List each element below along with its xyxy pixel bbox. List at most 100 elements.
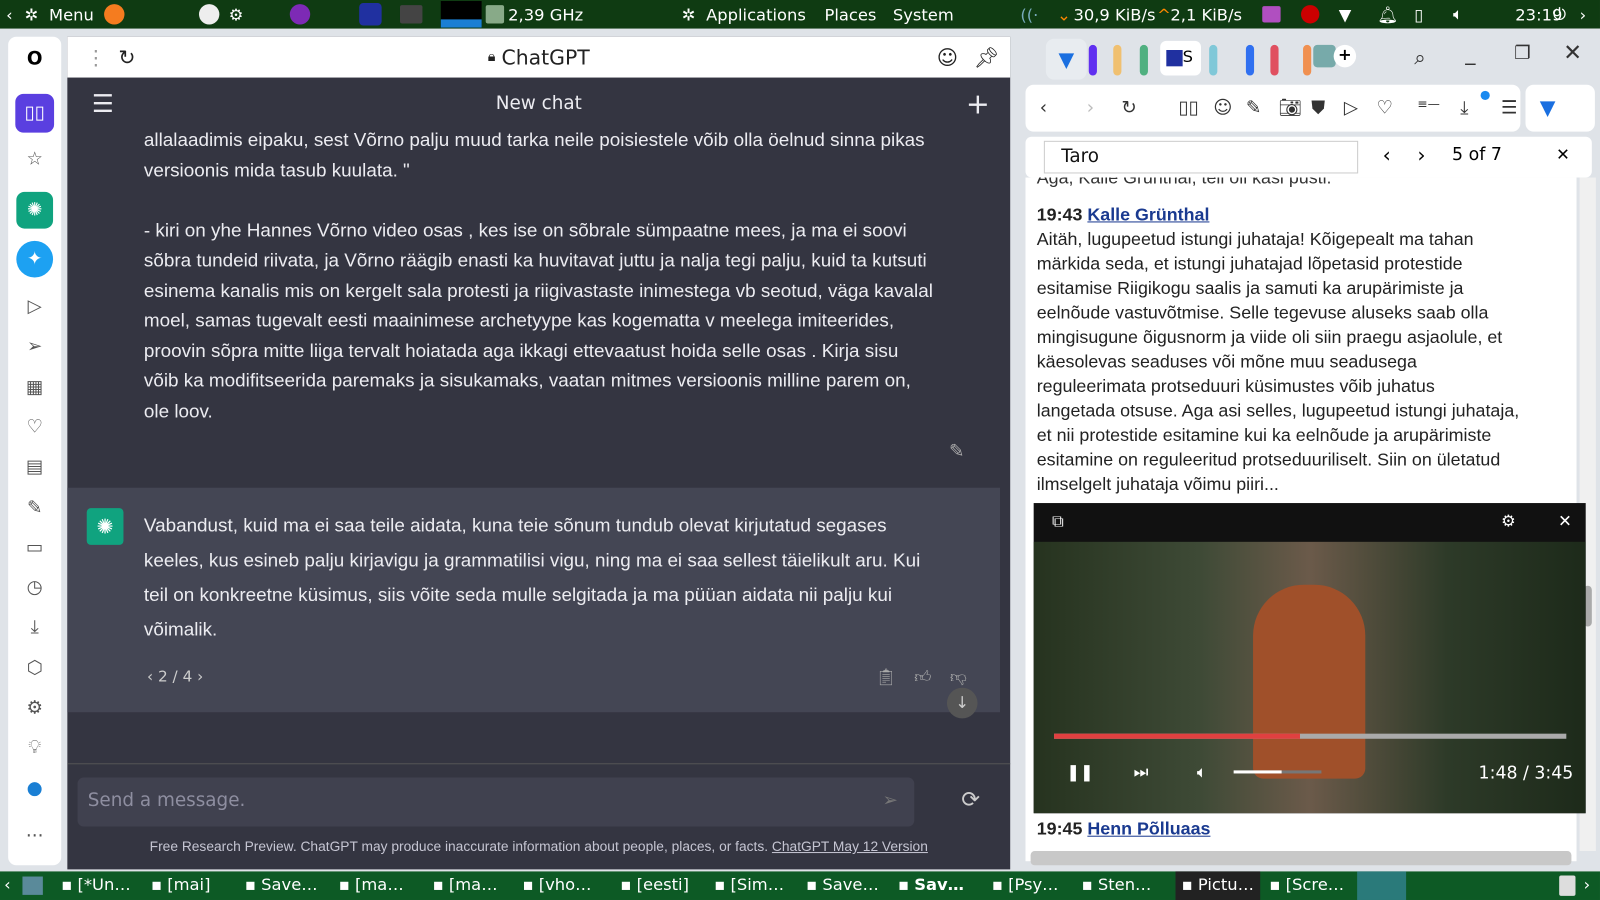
volume-icon[interactable]: 🔈︎: [1453, 4, 1463, 24]
heart-icon[interactable]: ♡: [1377, 97, 1393, 118]
message-input[interactable]: Send a message. ➢: [77, 777, 915, 827]
close-window-icon[interactable]: ✕: [1563, 41, 1582, 67]
downloads-icon[interactable]: ⤓: [22, 615, 46, 639]
pin-icon[interactable]: ✎: [22, 496, 46, 520]
tab-pill[interactable]: [1088, 44, 1097, 76]
record-icon[interactable]: [1301, 5, 1320, 24]
drag-handle-icon[interactable]: ⋮: [86, 45, 106, 69]
search-tabs-icon[interactable]: ⌕: [1414, 45, 1425, 69]
video-progress[interactable]: [1054, 733, 1567, 739]
regenerate-icon[interactable]: ⟳: [961, 788, 980, 814]
send-icon[interactable]: ▷: [1344, 97, 1358, 118]
video-settings-icon[interactable]: ⚙: [1501, 511, 1516, 530]
tab-pill[interactable]: [1303, 44, 1312, 76]
messenger-icon[interactable]: ●: [22, 777, 46, 801]
find-next-icon[interactable]: ›: [1417, 143, 1425, 167]
tab-pill[interactable]: [1113, 44, 1122, 76]
chatgpt-icon[interactable]: ✺: [16, 191, 54, 229]
tab-vivaldi[interactable]: ▼: [1045, 38, 1087, 80]
terminal-icon[interactable]: [399, 5, 423, 24]
network-icon[interactable]: ▼: [1339, 5, 1352, 24]
volume-slider[interactable]: [1233, 770, 1322, 774]
news-icon[interactable]: ▤: [22, 455, 46, 479]
camera-icon[interactable]: 📷︎: [1279, 97, 1302, 118]
download-icon[interactable]: ⤓: [1460, 97, 1468, 118]
firefox-icon[interactable]: [104, 4, 125, 25]
minimize-icon[interactable]: _: [1465, 41, 1475, 65]
speaker-link[interactable]: Henn Põlluaas: [1087, 818, 1210, 838]
player-icon[interactable]: ▷: [22, 295, 46, 319]
tips-icon[interactable]: 💡︎: [22, 736, 46, 760]
taskbar-item[interactable]: ▪ Sav…: [898, 874, 964, 893]
taskbar-item[interactable]: ▪ Sten…: [1082, 874, 1152, 893]
settings-icon[interactable]: ⚙: [22, 696, 46, 720]
settings-icon[interactable]: ⚙: [229, 5, 244, 24]
menu-button[interactable]: Menu: [49, 5, 94, 24]
tabs-icon[interactable]: ▭: [22, 536, 46, 560]
accessibility-icon[interactable]: [198, 4, 220, 25]
customize-icon[interactable]: ☰: [1501, 97, 1517, 118]
reader-view-icon[interactable]: ▯▯: [1179, 97, 1199, 118]
panel-collapse-icon[interactable]: ‹: [6, 5, 13, 24]
tab-pill[interactable]: [1245, 44, 1255, 76]
active-task-slot[interactable]: [1357, 871, 1407, 900]
emoji-icon[interactable]: ☺: [937, 45, 958, 69]
thumbs-down-icon[interactable]: 👎︎: [950, 667, 967, 687]
taskbar-scroll-left-icon[interactable]: ‹: [4, 874, 11, 893]
places-menu[interactable]: Places: [824, 5, 876, 24]
tiles-icon[interactable]: ≡—: [1417, 97, 1440, 111]
pause-icon[interactable]: ❚❚: [1066, 762, 1093, 781]
opera-icon[interactable]: [359, 3, 382, 26]
reload-icon[interactable]: ↻: [1121, 97, 1136, 118]
taskbar-item[interactable]: ▪ [mai]: [151, 874, 210, 893]
forward-icon[interactable]: ›: [1087, 97, 1094, 118]
horizontal-scrollbar[interactable]: [1030, 851, 1572, 866]
restore-icon[interactable]: ❐: [1514, 43, 1530, 64]
panel-expand-icon[interactable]: ›: [1580, 5, 1587, 24]
shield-icon[interactable]: ⛊: [1311, 97, 1325, 118]
send-icon[interactable]: ➢: [883, 790, 898, 811]
battery-icon[interactable]: ▯: [1414, 5, 1423, 24]
power-icon[interactable]: ⏻: [1553, 4, 1566, 24]
pin-panel-icon[interactable]: 📌︎: [973, 45, 999, 69]
history-icon[interactable]: ◷: [22, 576, 46, 600]
tab-pill[interactable]: [1209, 44, 1218, 76]
copy-icon[interactable]: 📋︎: [876, 667, 897, 686]
trash-icon[interactable]: [1559, 875, 1576, 896]
ai-icon[interactable]: ☆: [22, 147, 46, 171]
chatgpt-tab-icon[interactable]: [1313, 44, 1336, 68]
thumbs-up-icon[interactable]: 👍︎: [914, 667, 931, 687]
taskbar-item[interactable]: ▪ [Scre…: [1269, 874, 1344, 893]
taskbar-item[interactable]: ▪ Save…: [806, 874, 879, 893]
extensions-icon[interactable]: ⬡: [22, 656, 46, 680]
picture-in-picture-video[interactable]: ⧉ ⚙ ✕ ❚❚ ⏭︎ 🔈︎ 1:48 / 3:45: [1033, 503, 1586, 814]
find-close-icon[interactable]: ✕: [1556, 145, 1570, 164]
taskbar-item[interactable]: ▪ [Psy…: [992, 874, 1059, 893]
speaker-link[interactable]: Kalle Grünthal: [1087, 204, 1209, 224]
edit-icon[interactable]: ✎: [949, 441, 964, 462]
taskbar-item[interactable]: ▪ [eesti]: [620, 874, 689, 893]
tab-pill[interactable]: [1139, 44, 1148, 76]
audio-app-icon[interactable]: [1262, 6, 1281, 23]
notification-icon[interactable]: 🔔︎: [1378, 5, 1399, 24]
tab-pill[interactable]: [1270, 44, 1279, 76]
pin-icon[interactable]: ✎: [1246, 97, 1261, 118]
taskbar-scroll-right-icon[interactable]: ›: [1584, 874, 1591, 893]
apps-icon[interactable]: ▦: [22, 376, 46, 400]
next-icon[interactable]: ⏭︎: [1134, 762, 1149, 782]
emoji-icon[interactable]: ☺: [1213, 97, 1232, 118]
response-pager[interactable]: ‹ 2 / 4 ›: [147, 667, 203, 685]
taskbar-item[interactable]: ▪ [*Un…: [61, 874, 130, 893]
taskbar-item[interactable]: ▪ [vho…: [522, 874, 591, 893]
opera-logo-icon[interactable]: O: [22, 47, 46, 71]
back-icon[interactable]: ‹: [1040, 97, 1047, 118]
heart-icon[interactable]: ♡: [22, 415, 46, 439]
applications-menu[interactable]: Applications: [706, 5, 806, 24]
show-desktop-icon[interactable]: [22, 876, 43, 895]
video-close-icon[interactable]: ✕: [1558, 511, 1572, 530]
popout-icon[interactable]: ⧉: [1052, 511, 1064, 531]
taskbar-item[interactable]: ▪ [Sim…: [714, 874, 784, 893]
new-chat-icon[interactable]: +: [966, 78, 990, 131]
scroll-down-icon[interactable]: ↓: [946, 687, 978, 719]
reader-icon[interactable]: ▯▯: [15, 93, 55, 133]
